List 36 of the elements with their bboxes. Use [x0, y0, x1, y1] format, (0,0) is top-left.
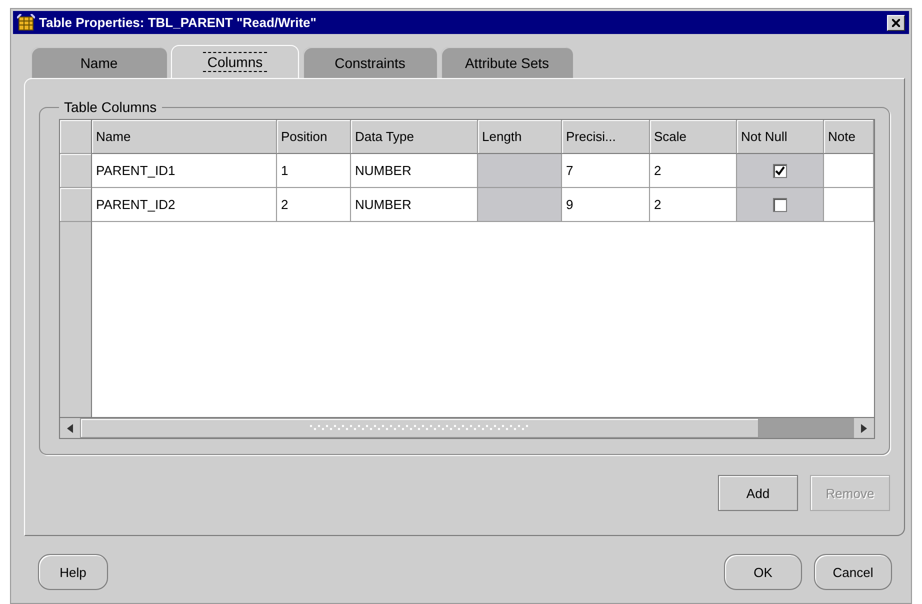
horizontal-scrollbar[interactable]	[60, 417, 874, 438]
column-header[interactable]: Precisi...	[562, 120, 650, 154]
table-cell: 2	[277, 188, 351, 222]
not-null-checkbox[interactable]	[773, 164, 787, 178]
table-cell: PARENT_ID1	[92, 154, 277, 188]
table-cell: 9	[562, 188, 650, 222]
column-header[interactable]: Name	[92, 120, 277, 154]
corner-header[interactable]	[60, 120, 92, 154]
table-icon	[17, 14, 35, 32]
row-header[interactable]	[60, 154, 92, 188]
row-header[interactable]	[60, 188, 92, 222]
table-cell: 1	[277, 154, 351, 188]
tab[interactable]: Columns	[171, 45, 299, 78]
close-icon	[892, 18, 900, 26]
column-header[interactable]: Data Type	[351, 120, 478, 154]
cancel-button[interactable]: Cancel	[814, 554, 892, 590]
column-header[interactable]: Length	[478, 120, 562, 154]
table-cell: 7	[562, 154, 650, 188]
window-title: Table Properties: TBL_PARENT "Read/Write"	[39, 15, 318, 30]
not-null-checkbox[interactable]	[773, 198, 787, 212]
column-header[interactable]: Position	[277, 120, 351, 154]
column-header[interactable]: Scale	[650, 120, 737, 154]
group-title: Table Columns	[63, 99, 158, 115]
column-header[interactable]: Note	[824, 120, 874, 154]
add-button[interactable]: Add	[718, 475, 798, 511]
scroll-right-icon[interactable]	[861, 424, 867, 432]
column-header[interactable]: Not Null	[737, 120, 824, 154]
tab[interactable]: Constraints	[303, 47, 437, 78]
tab[interactable]: Attribute Sets	[441, 47, 573, 78]
ok-button[interactable]: OK	[724, 554, 802, 590]
help-button[interactable]: Help	[38, 554, 108, 590]
scroll-thumb[interactable]	[80, 418, 759, 438]
table-cell: PARENT_ID2	[92, 188, 277, 222]
tab[interactable]: Name	[31, 47, 167, 78]
scroll-left-icon[interactable]	[67, 424, 73, 432]
close-button[interactable]	[887, 14, 905, 30]
